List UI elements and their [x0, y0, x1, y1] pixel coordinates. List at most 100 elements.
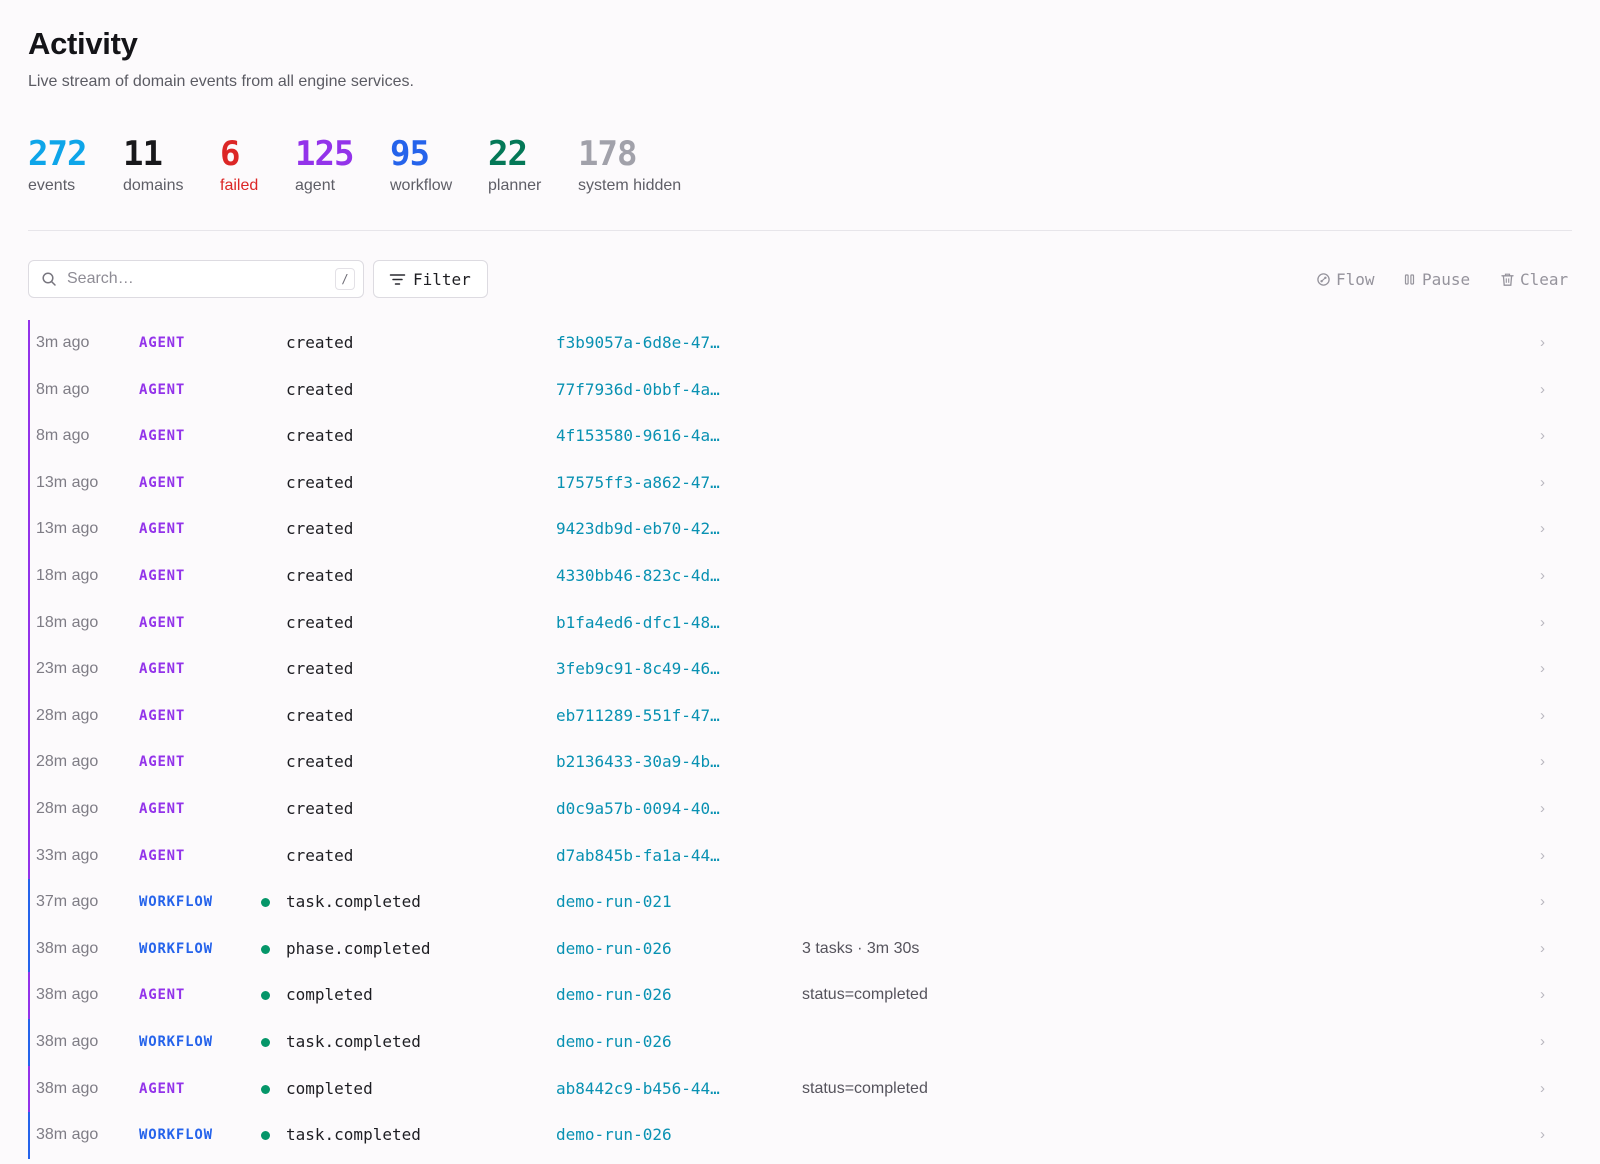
chevron-right-icon[interactable]: › — [1540, 506, 1545, 553]
domain-badge: AGENT — [139, 381, 186, 398]
chevron-right-icon[interactable]: › — [1540, 413, 1545, 460]
entity-ref-link[interactable]: b2136433-30a9-4b… — [556, 739, 720, 786]
pause-button[interactable]: Pause — [1402, 268, 1470, 290]
entity-ref-link[interactable]: 9423db9d-eb70-42… — [556, 506, 720, 553]
domain-badge: AGENT — [139, 987, 186, 1004]
chevron-right-icon[interactable]: › — [1540, 926, 1545, 973]
entity-ref-link[interactable]: d0c9a57b-0094-40… — [556, 786, 720, 833]
chevron-right-icon[interactable]: › — [1540, 693, 1545, 740]
entity-ref-link[interactable]: demo-run-026 — [556, 1112, 672, 1159]
event-name: created — [286, 845, 354, 865]
event-time: 18m ago — [36, 613, 99, 631]
event-name: created — [286, 333, 354, 352]
stat-value: 6 — [220, 134, 240, 174]
entity-ref-link[interactable]: ab8442c9-b456-44… — [556, 1066, 720, 1113]
event-row[interactable]: 33m ago AGENT created d7ab845b-fa1a-44… › — [28, 832, 1572, 880]
entity-ref-link[interactable]: f3b9057a-6d8e-47… — [556, 320, 720, 367]
stat-value: 178 — [578, 134, 637, 174]
stat-domains: 11 domains — [123, 134, 183, 195]
divider — [28, 230, 1572, 231]
stat-label: workflow — [390, 177, 453, 194]
entity-ref-link[interactable]: 77f7936d-0bbf-4a… — [556, 367, 720, 414]
event-row[interactable]: 38m ago WORKFLOW task.completed demo-run-02… — [28, 1018, 1572, 1066]
event-time: 23m ago — [36, 660, 99, 678]
event-row[interactable]: 37m ago WORKFLOW task.completed demo-run-02… — [28, 879, 1572, 926]
clear-button[interactable]: Clear — [1500, 268, 1568, 290]
stat-system-hidden: 178 system hidden — [578, 134, 681, 195]
stat-agent: 125 agent — [295, 134, 354, 195]
entity-ref-link[interactable]: demo-run-026 — [556, 972, 672, 1019]
chevron-right-icon[interactable]: › — [1540, 600, 1545, 647]
event-time: 38m ago — [36, 1079, 99, 1097]
entity-ref-link[interactable]: demo-run-026 — [556, 926, 672, 973]
chevron-right-icon[interactable]: › — [1540, 320, 1545, 367]
entity-ref-link[interactable]: demo-run-021 — [556, 879, 672, 926]
event-feed: 3m ago AGENT created f3b9057a-6d8e-47… › 8m a… — [28, 320, 1572, 1159]
search-box[interactable]: / — [28, 260, 364, 298]
domain-badge: AGENT — [139, 847, 186, 864]
event-row[interactable]: 8m ago AGENT created 4f153580-9616-4a… › — [28, 413, 1572, 460]
event-time: 38m ago — [36, 986, 99, 1004]
chevron-right-icon[interactable]: › — [1540, 879, 1545, 926]
event-row[interactable]: 18m ago AGENT created 4330bb46-823c-4d… › — [28, 552, 1572, 600]
event-row[interactable]: 28m ago AGENT created eb711289-551f-47… › — [28, 692, 1572, 740]
entity-ref-link[interactable]: 3feb9c91-8c49-46… — [556, 646, 720, 693]
event-row[interactable]: 38m ago WORKFLOW phase.completed demo-run-0… — [28, 925, 1572, 973]
event-name: task.completed — [286, 1125, 421, 1145]
event-time: 28m ago — [36, 799, 99, 817]
event-row[interactable]: 8m ago AGENT created 77f7936d-0bbf-4a… › — [28, 366, 1572, 414]
stat-workflow: 95 workflow — [390, 134, 452, 195]
event-row[interactable]: 38m ago AGENT completed ab8442c9-b456-44… st… — [28, 1065, 1572, 1113]
filter-button[interactable]: Filter — [373, 260, 488, 298]
event-time: 3m ago — [36, 334, 90, 351]
event-time: 18m ago — [36, 566, 99, 584]
domain-badge: AGENT — [139, 474, 186, 491]
filter-label: Filter — [413, 269, 471, 289]
chevron-right-icon[interactable]: › — [1540, 553, 1545, 600]
entity-ref-link[interactable]: eb711289-551f-47… — [556, 693, 720, 740]
event-time: 37m ago — [36, 893, 99, 911]
flow-button[interactable]: Flow — [1316, 268, 1375, 290]
entity-ref-link[interactable]: demo-run-026 — [556, 1019, 672, 1066]
event-name: created — [286, 565, 354, 585]
search-input[interactable] — [67, 261, 317, 297]
event-time: 13m ago — [36, 473, 99, 491]
stat-label: agent — [295, 177, 336, 194]
chevron-right-icon[interactable]: › — [1540, 646, 1545, 693]
status-dot — [261, 1084, 270, 1094]
chevron-right-icon[interactable]: › — [1540, 833, 1545, 880]
chevron-right-icon[interactable]: › — [1540, 1112, 1545, 1159]
chevron-right-icon[interactable]: › — [1540, 1019, 1545, 1066]
entity-ref-link[interactable]: b1fa4ed6-dfc1-48… — [556, 600, 720, 647]
entity-ref-link[interactable]: 4f153580-9616-4a… — [556, 413, 720, 460]
event-name: phase.completed — [286, 938, 431, 958]
event-time: 8m ago — [36, 427, 90, 445]
event-row[interactable]: 13m ago AGENT created 17575ff3-a862-47… › — [28, 459, 1572, 507]
chevron-right-icon[interactable]: › — [1540, 460, 1545, 507]
chevron-right-icon[interactable]: › — [1540, 1066, 1545, 1113]
event-name: created — [286, 612, 354, 632]
event-name: created — [286, 798, 354, 818]
event-row[interactable]: 28m ago AGENT created d0c9a57b-0094-40… › — [28, 785, 1572, 833]
chevron-right-icon[interactable]: › — [1540, 739, 1545, 786]
entity-ref-link[interactable]: 17575ff3-a862-47… — [556, 460, 720, 507]
status-dot — [261, 1131, 270, 1141]
event-row[interactable]: 18m ago AGENT created b1fa4ed6-dfc1-48… › — [28, 599, 1572, 647]
event-detail: status=completed — [802, 986, 928, 1004]
entity-ref-link[interactable]: 4330bb46-823c-4d… — [556, 553, 720, 600]
stat-value: 272 — [28, 134, 87, 174]
event-row[interactable]: 23m ago AGENT created 3feb9c91-8c49-46… › — [28, 646, 1572, 693]
event-row[interactable]: 3m ago AGENT created f3b9057a-6d8e-47… › — [28, 320, 1572, 367]
chevron-right-icon[interactable]: › — [1540, 786, 1545, 833]
event-row[interactable]: 38m ago AGENT completed demo-run-026 status=… — [28, 972, 1572, 1019]
domain-badge: AGENT — [139, 754, 186, 771]
chevron-right-icon[interactable]: › — [1540, 367, 1545, 414]
chevron-right-icon[interactable]: › — [1540, 972, 1545, 1019]
domain-badge: WORKFLOW — [139, 1127, 213, 1144]
event-row[interactable]: 13m ago AGENT created 9423db9d-eb70-42… › — [28, 506, 1572, 553]
event-row[interactable]: 28m ago AGENT created b2136433-30a9-4b… › — [28, 739, 1572, 786]
entity-ref-link[interactable]: d7ab845b-fa1a-44… — [556, 833, 720, 880]
stat-label: system hidden — [578, 177, 682, 194]
stat-label: events — [28, 177, 76, 194]
event-row[interactable]: 38m ago WORKFLOW task.completed demo-run-02… — [28, 1112, 1572, 1159]
